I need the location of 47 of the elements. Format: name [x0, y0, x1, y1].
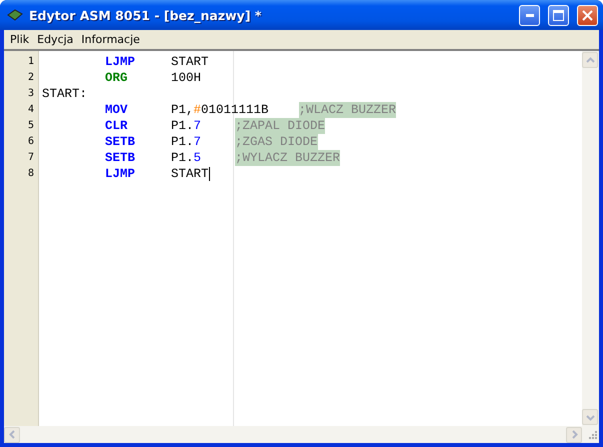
close-icon — [582, 10, 593, 20]
operand-text: 7 — [194, 135, 202, 149]
mnemonic: SETB — [105, 135, 136, 149]
code-comment: ;ZGAS DIODE — [235, 134, 318, 150]
scroll-left-button[interactable] — [4, 426, 20, 442]
operand-text: P1. — [171, 135, 194, 149]
line-number: 6 — [26, 135, 35, 149]
chip-icon — [7, 8, 23, 22]
code-comment: ;WYLACZ BUZZER — [235, 150, 340, 166]
line-number: 7 — [26, 151, 35, 165]
minimize-button[interactable] — [519, 4, 540, 26]
mnemonic: MOV — [105, 103, 129, 117]
mnemonic: ORG — [105, 71, 129, 85]
code-comment: ;ZAPAL DIODE — [235, 118, 326, 134]
code-label: START: — [42, 87, 88, 101]
line-number: 2 — [26, 71, 35, 85]
mnemonic: SETB — [105, 151, 136, 165]
line-number: 5 — [26, 119, 35, 133]
maximize-button[interactable] — [548, 4, 569, 26]
menu-item[interactable]: Informacje — [77, 33, 144, 46]
operand-text: P1. — [171, 151, 194, 165]
operand-text: 100H — [171, 71, 202, 85]
line-number: 4 — [26, 103, 35, 117]
close-button[interactable] — [577, 4, 598, 26]
mnemonic: CLR — [105, 119, 129, 133]
operand-text: 7 — [194, 119, 202, 133]
operand-text: P1. — [171, 119, 194, 133]
code-comment: ;WLACZ BUZZER — [298, 102, 396, 118]
scroll-down-button[interactable] — [582, 409, 598, 425]
maximize-icon — [553, 10, 564, 20]
mnemonic: LJMP — [105, 55, 136, 69]
operand-text: START — [171, 55, 209, 69]
scroll-right-button[interactable] — [566, 426, 582, 442]
operand-text: # — [194, 103, 202, 117]
menu-item[interactable]: Plik — [6, 33, 34, 46]
window-title: Edytor ASM 8051 - [bez_nazwy] * — [29, 8, 262, 22]
operand-text: 01011111B — [201, 103, 269, 117]
operand-text: 5 — [194, 151, 202, 165]
operand-text: START — [171, 167, 209, 181]
line-number: 8 — [26, 167, 35, 181]
menu-item[interactable]: Edycja — [33, 33, 78, 46]
mnemonic: LJMP — [105, 167, 136, 181]
operand-text: P1, — [171, 103, 194, 117]
line-number: 1 — [26, 55, 35, 69]
scroll-up-button[interactable] — [582, 52, 598, 68]
line-number: 3 — [26, 87, 35, 101]
minimize-icon — [526, 14, 534, 16]
